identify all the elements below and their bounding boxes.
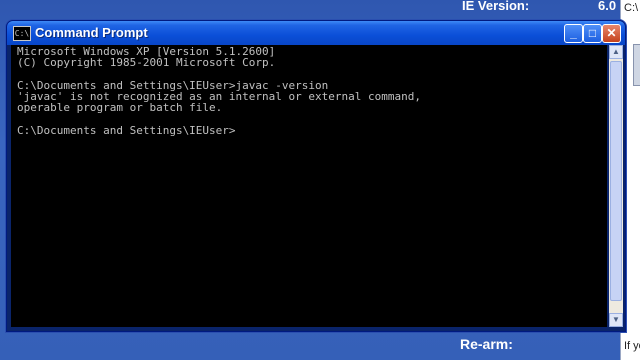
ie-version-value: 6.0 — [598, 0, 617, 13]
scrollbar-thumb[interactable] — [610, 61, 622, 301]
background-window-text-top: C:\ — [624, 2, 639, 14]
console-line: operable program or batch file. — [17, 101, 223, 115]
console-output[interactable]: Microsoft Windows XP [Version 5.1.2600] … — [11, 45, 607, 327]
console-text: Microsoft Windows XP [Version 5.1.2600] … — [11, 45, 607, 136]
console-line: C:\Documents and Settings\IEUser> — [17, 124, 236, 138]
background-window-text-bottom: If yo — [624, 340, 640, 352]
console-line: (C) Copyright 1985-2001 Microsoft Corp. — [17, 56, 276, 70]
ie-version-label: IE Version: — [462, 0, 530, 13]
rearm-label: Re-arm: — [460, 336, 513, 352]
window-title: Command Prompt — [35, 25, 148, 40]
vertical-scrollbar[interactable]: ▲ ▼ — [609, 45, 623, 327]
close-icon[interactable]: ✕ — [602, 24, 621, 43]
maximize-icon[interactable]: □ — [583, 24, 602, 43]
command-prompt-window[interactable]: C:\ Command Prompt _ □ ✕ Microsoft Windo… — [6, 20, 626, 332]
scroll-up-arrow-icon[interactable]: ▲ — [609, 45, 623, 59]
console-app-icon[interactable]: C:\ — [13, 26, 31, 41]
background-window-scrollbar[interactable] — [633, 44, 640, 86]
minimize-icon[interactable]: _ — [564, 24, 583, 43]
scroll-down-arrow-icon[interactable]: ▼ — [609, 313, 623, 327]
title-bar[interactable]: C:\ Command Prompt _ □ ✕ — [7, 21, 625, 45]
